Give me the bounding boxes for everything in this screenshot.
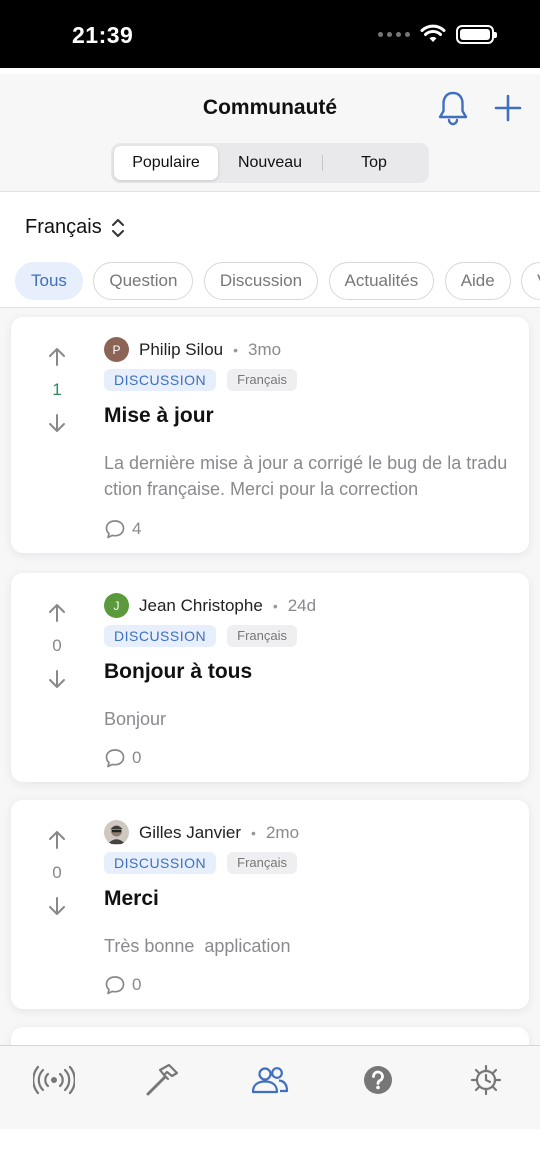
filter-chip-actualites[interactable]: Actualités [328, 262, 435, 300]
segment-nouveau[interactable]: Nouveau [218, 146, 322, 180]
comment-bubble-icon [105, 520, 125, 539]
tab-community[interactable] [248, 1060, 292, 1100]
status-icons [378, 24, 497, 44]
post-language-badge: Français [227, 369, 297, 391]
post-card[interactable]: 1 P Philip Silou • 3mo DISCUSSION França… [11, 317, 529, 553]
post-type-badge: DISCUSSION [104, 369, 217, 391]
add-post-icon[interactable] [493, 93, 523, 123]
post-tags: DISCUSSION Français [104, 625, 297, 647]
comments-count[interactable]: 0 [104, 747, 141, 769]
avatar[interactable]: P [104, 337, 129, 362]
post-tags: DISCUSSION Français [104, 369, 297, 391]
bottom-tab-bar [0, 1045, 540, 1129]
post-type-badge: DISCUSSION [104, 625, 217, 647]
battery-icon [456, 24, 497, 44]
author-name[interactable]: Philip Silou [139, 340, 223, 360]
vote-count: 1 [52, 380, 62, 399]
filter-chip-vi[interactable]: Vi [521, 262, 540, 300]
comments-count[interactable]: 4 [104, 518, 141, 540]
post-feed[interactable]: 1 P Philip Silou • 3mo DISCUSSION França… [0, 308, 540, 1045]
vote-count: 0 [52, 863, 62, 882]
vote-control: 1 [41, 345, 73, 435]
author-name[interactable]: Jean Christophe [139, 596, 263, 616]
comments-count-value: 4 [132, 519, 142, 538]
comments-count-value: 0 [132, 748, 142, 767]
sort-segmented-control: Populaire Nouveau Top [111, 143, 429, 183]
post-language-badge: Français [227, 852, 297, 874]
filter-chip-discussion[interactable]: Discussion [203, 262, 319, 300]
tab-tools[interactable] [140, 1060, 184, 1100]
author-name[interactable]: Gilles Janvier [139, 823, 241, 843]
help-icon [364, 1066, 392, 1094]
separator-dot: • [272, 597, 278, 614]
comments-count-value: 0 [132, 975, 142, 994]
tab-help[interactable] [356, 1060, 400, 1100]
home-indicator-area [0, 1129, 540, 1171]
author-row: Gilles Janvier • 2mo [104, 820, 299, 845]
upvote-arrow-icon[interactable] [45, 601, 69, 625]
post-card[interactable]: 0 Gilles Janvier • 2mo DISCUSSION França… [11, 800, 529, 1009]
upvote-arrow-icon[interactable] [45, 828, 69, 852]
author-row: P Philip Silou • 3mo [104, 337, 281, 362]
signal-dots-icon [378, 31, 410, 37]
post-body: La dernière mise à jour a corrigé le bug… [104, 453, 508, 499]
downvote-arrow-icon[interactable] [45, 894, 69, 918]
language-selector[interactable]: Français [25, 216, 126, 239]
separator-dot: • [251, 824, 256, 841]
broadcast-icon [33, 1065, 75, 1095]
author-row: J Jean Christophe • 24d [104, 593, 316, 618]
community-icon [251, 1067, 289, 1094]
downvote-arrow-icon[interactable] [45, 411, 69, 435]
bell-icon[interactable] [436, 90, 470, 126]
hammer-icon [146, 1063, 179, 1096]
tab-broadcast[interactable] [32, 1060, 76, 1100]
wifi-icon [420, 24, 446, 42]
segment-populaire[interactable]: Populaire [114, 146, 218, 180]
post-type-badge: DISCUSSION [104, 852, 217, 874]
post-time: 2mo [265, 822, 300, 842]
filter-chip-aide[interactable]: Aide [444, 262, 511, 300]
comment-bubble-icon [105, 749, 125, 768]
separator-dot: • [233, 341, 239, 358]
post-tags: DISCUSSION Français [104, 852, 297, 874]
post-card[interactable] [11, 1027, 529, 1045]
comment-bubble-icon [105, 976, 125, 995]
upvote-arrow-icon[interactable] [45, 345, 69, 369]
tab-settings[interactable] [464, 1060, 508, 1100]
segment-top[interactable]: Top [322, 146, 426, 180]
post-body: Très bonne application [104, 936, 291, 956]
filter-chip-tous[interactable]: Tous [15, 262, 83, 300]
post-language-badge: Français [227, 625, 297, 647]
comments-count[interactable]: 0 [104, 974, 141, 996]
status-time: 21:39 [72, 22, 134, 48]
downvote-arrow-icon[interactable] [45, 667, 69, 691]
status-bar: 21:39 [0, 0, 540, 68]
settings-icon [470, 1064, 502, 1096]
chevron-up-down-icon [111, 218, 124, 237]
post-time: 24d [287, 595, 317, 615]
post-card[interactable]: 0 J Jean Christophe • 24d DISCUSSION Fra… [11, 573, 529, 782]
post-body: Bonjour [104, 709, 167, 729]
vote-control: 0 [41, 828, 73, 918]
vote-count: 0 [52, 636, 62, 655]
post-title: Merci [104, 887, 159, 910]
vote-control: 0 [41, 601, 73, 691]
avatar[interactable]: J [104, 593, 129, 618]
post-title: Mise à jour [104, 404, 214, 427]
category-filters: Tous Question Discussion Actualités Aide… [15, 262, 540, 302]
community-header: Communauté Populaire Nouveau Top [0, 74, 540, 192]
language-selector-label: Français [25, 216, 102, 238]
avatar[interactable] [104, 820, 129, 845]
filter-chip-question[interactable]: Question [93, 262, 194, 300]
post-time: 3mo [248, 339, 282, 359]
post-title: Bonjour à tous [104, 660, 253, 683]
